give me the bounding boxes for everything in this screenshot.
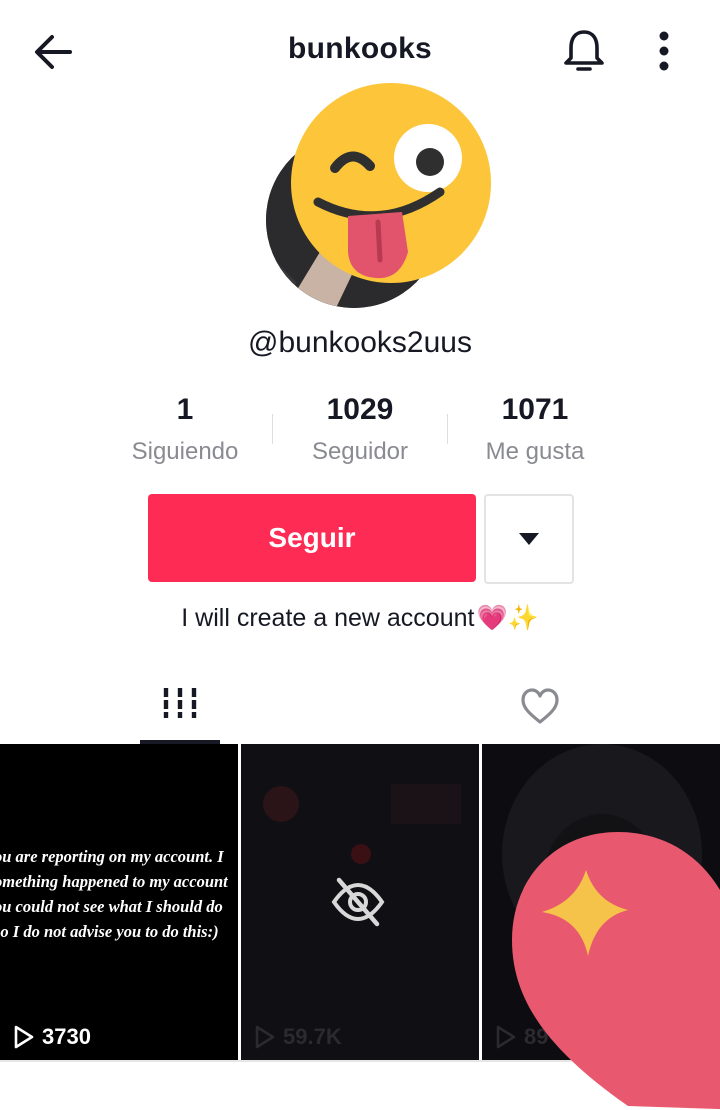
- suggested-accounts-dropdown-button[interactable]: [484, 494, 574, 584]
- stat-likes[interactable]: 1071 Me gusta: [448, 390, 622, 472]
- profile-bio: I will create a new account 💗✨: [0, 604, 720, 633]
- username-handle: @bunkooks2uus: [248, 326, 472, 359]
- tab-videos[interactable]: [140, 680, 220, 744]
- stat-likes-count: 1071: [501, 393, 569, 426]
- bio-emoji: 💗✨: [476, 604, 539, 632]
- stat-followers-label: Seguidor: [311, 438, 409, 465]
- follow-button[interactable]: Seguir: [148, 494, 476, 582]
- video-thumbnail[interactable]: ou are reporting on my account. I omethi…: [0, 744, 238, 1062]
- triangle-down-icon: [519, 533, 539, 545]
- stat-likes-label: Me gusta: [485, 438, 585, 465]
- heart-outline-icon: [521, 688, 559, 724]
- caption-line: omething happened to my account: [0, 872, 228, 891]
- view-count: 3730: [14, 1024, 91, 1050]
- notification-bell-button[interactable]: [558, 26, 610, 76]
- video-thumbnail[interactable]: 59.7K: [241, 744, 479, 1062]
- stat-followers-count: 1029: [326, 393, 394, 426]
- profile-stats: 1 Siguiendo 1029 Seguidor 1071 Me gusta: [98, 390, 622, 470]
- bio-text: I will create a new account: [181, 604, 475, 632]
- play-outline-icon: [255, 1025, 275, 1049]
- caption-line: so I do not advise you to do this:): [0, 922, 219, 941]
- more-options-button[interactable]: [646, 26, 682, 76]
- view-count-value: 3730: [42, 1024, 91, 1049]
- stat-following-count: 1: [176, 393, 194, 426]
- view-count: 59.7K: [255, 1024, 342, 1050]
- view-count-value: 59.7K: [283, 1024, 342, 1049]
- heart-sparkle-sticker: [512, 832, 720, 1110]
- more-vertical-icon: [659, 31, 669, 71]
- page-title: bunkooks: [287, 32, 433, 65]
- bell-icon: [564, 30, 604, 71]
- stat-following[interactable]: 1 Siguiendo: [98, 390, 272, 472]
- grid-icon: [163, 688, 197, 718]
- tab-liked[interactable]: [500, 680, 580, 736]
- stat-following-label: Siguiendo: [131, 438, 239, 465]
- video-caption-overlay: ou are reporting on my account. I omethi…: [0, 844, 238, 944]
- eye-off-icon: [331, 877, 385, 927]
- play-outline-icon: [14, 1025, 34, 1049]
- caption-line: ou are reporting on my account. I: [0, 847, 224, 866]
- winking-tongue-emoji-sticker: [291, 83, 491, 283]
- stat-followers[interactable]: 1029 Seguidor: [273, 390, 447, 472]
- caption-line: ou could not see what I should do: [0, 897, 223, 916]
